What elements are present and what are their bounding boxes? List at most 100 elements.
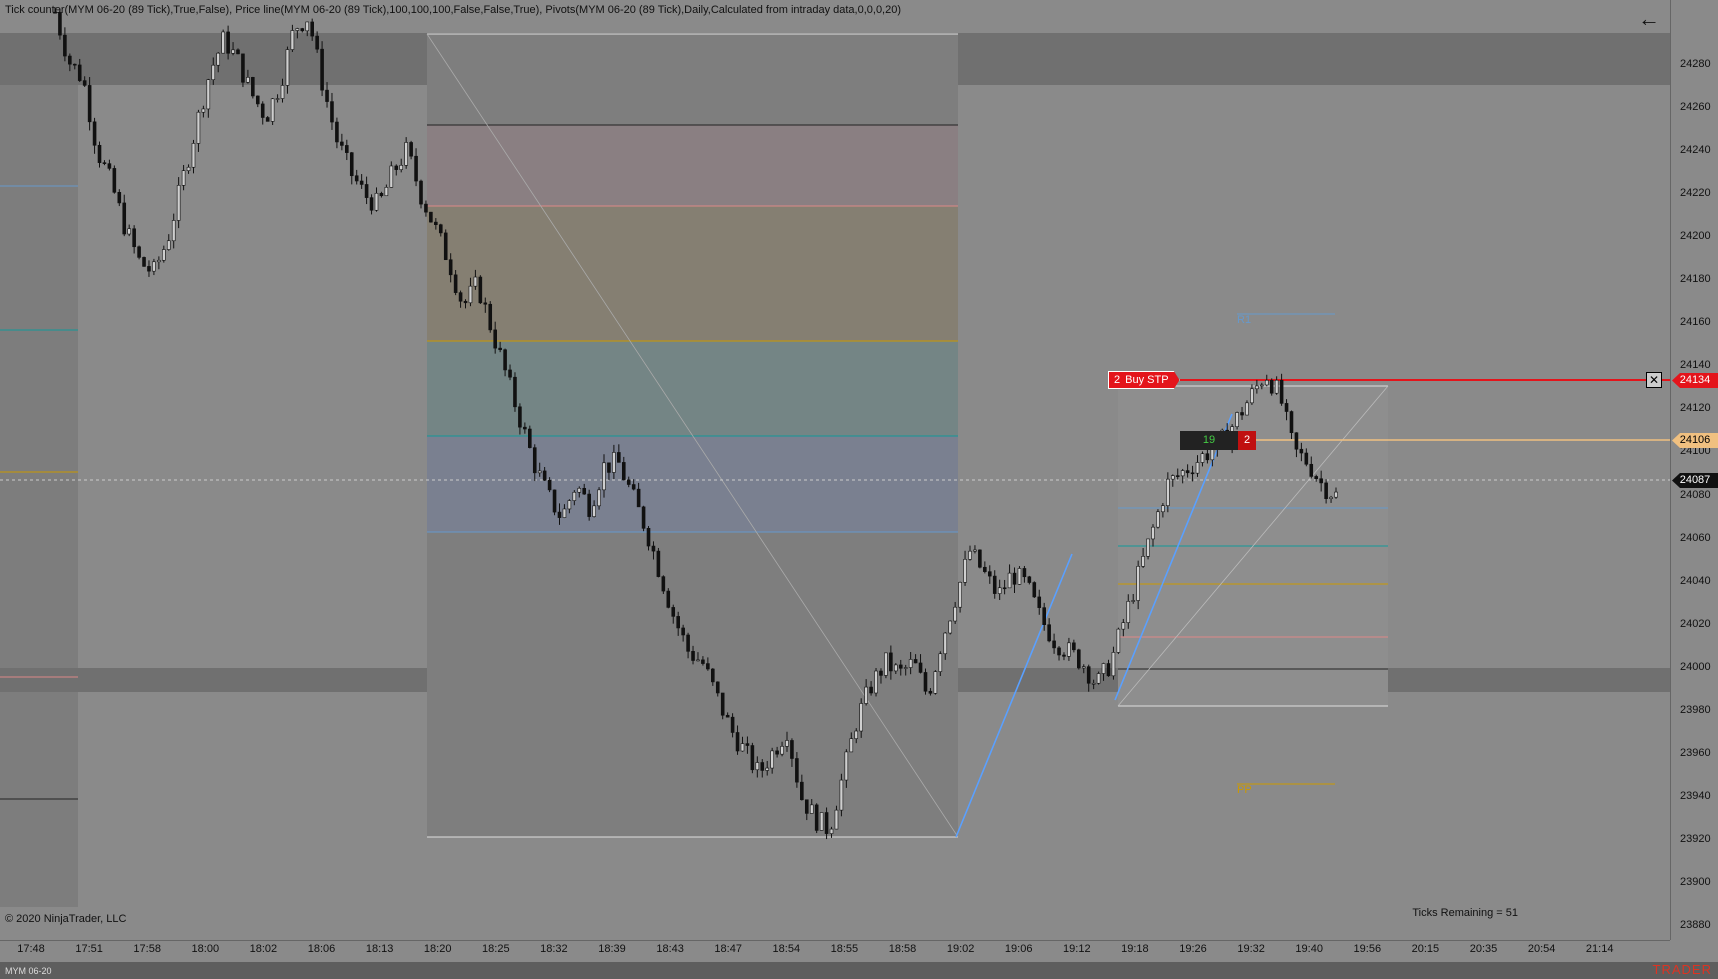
candle [933, 671, 938, 694]
candle [374, 192, 379, 211]
candle [834, 809, 839, 830]
candle [443, 232, 448, 261]
candle [760, 762, 765, 771]
time-label: 18:32 [540, 943, 568, 955]
candle [1294, 432, 1299, 450]
candle [547, 479, 552, 491]
candle [305, 21, 310, 32]
candle [795, 758, 799, 783]
candle [1161, 505, 1165, 513]
price-label: 24140 [1680, 359, 1711, 372]
candle [1116, 628, 1121, 653]
time-label: 19:40 [1295, 943, 1323, 955]
candle [874, 670, 878, 694]
candle [953, 606, 957, 622]
candle [310, 21, 314, 37]
candle [987, 571, 992, 577]
time-label: 19:02 [946, 943, 975, 955]
candle [963, 558, 967, 583]
pp-label: PP [1237, 784, 1252, 796]
candle [241, 53, 245, 83]
candle [715, 681, 720, 694]
candle [1047, 624, 1051, 642]
time-label: 17:58 [133, 943, 161, 955]
candle [617, 452, 621, 463]
candle [384, 187, 389, 197]
candle [621, 462, 626, 481]
candle [800, 781, 804, 801]
candle [320, 48, 324, 91]
candle [1022, 568, 1027, 578]
candle [424, 203, 428, 213]
candle [819, 812, 824, 831]
close-icon[interactable]: ✕ [1646, 372, 1662, 388]
buy-stop-order-tag[interactable]: 2 Buy STP [1108, 371, 1180, 389]
candle [448, 259, 453, 276]
candle [1106, 663, 1111, 677]
candle [612, 452, 616, 473]
candle [265, 117, 270, 122]
candle [414, 155, 418, 182]
price-label: 24060 [1680, 531, 1711, 544]
candle [72, 63, 77, 66]
candle [1200, 453, 1205, 463]
candle [775, 750, 779, 755]
candle [755, 762, 760, 771]
candle [537, 470, 542, 474]
candle [1032, 582, 1037, 598]
candle [275, 98, 280, 100]
candle [359, 180, 364, 185]
candle [577, 487, 582, 493]
candle [162, 249, 166, 261]
candle [691, 651, 695, 661]
time-label: 18:25 [482, 943, 510, 955]
candle [918, 662, 923, 673]
time-label: 19:56 [1353, 943, 1382, 955]
position-box[interactable]: 19 2 [1180, 431, 1256, 450]
candle [285, 49, 290, 86]
candle [869, 686, 873, 694]
candle [201, 108, 206, 113]
candle [1121, 622, 1126, 630]
candle [557, 511, 562, 518]
candle [656, 550, 661, 577]
price-label: 24080 [1680, 488, 1711, 501]
candle [913, 659, 918, 664]
candle [1269, 379, 1274, 394]
candle [1007, 572, 1012, 589]
candle [463, 300, 468, 304]
candle [1141, 556, 1145, 567]
candle [978, 549, 982, 568]
candle [532, 447, 537, 474]
candle [493, 329, 497, 349]
candle [498, 347, 502, 351]
candle [1319, 478, 1323, 484]
price-label: 23920 [1680, 832, 1711, 845]
candle [854, 730, 859, 739]
chart-panel[interactable] [0, 0, 1670, 940]
candle [1304, 452, 1309, 465]
candle [1166, 478, 1170, 506]
candle [142, 257, 146, 267]
candle [1086, 666, 1091, 684]
candle [1126, 601, 1131, 623]
candle [528, 428, 532, 448]
candle [394, 165, 399, 170]
candle [631, 484, 636, 490]
candle [597, 489, 601, 507]
candle [1072, 642, 1076, 651]
candle [191, 143, 196, 168]
candle [335, 121, 339, 143]
candle [349, 152, 354, 177]
candle [226, 31, 230, 54]
candle [429, 211, 433, 223]
time-label: 21:14 [1585, 943, 1614, 955]
footer-bar [0, 962, 1718, 979]
candle [943, 632, 948, 655]
candle [221, 31, 225, 54]
arrow-left-icon[interactable]: ← [1638, 6, 1660, 32]
time-label: 18:58 [888, 943, 917, 955]
candle [809, 804, 814, 814]
candle [206, 79, 211, 110]
candle [290, 30, 295, 50]
